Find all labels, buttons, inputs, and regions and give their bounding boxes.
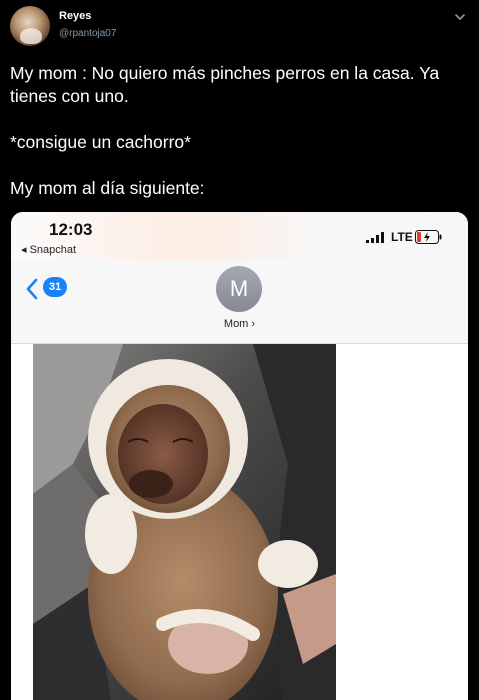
puppy-photo[interactable] (33, 344, 336, 700)
tweet-line: My mom : No quiero más pinches perros en… (10, 63, 440, 106)
contact-name[interactable]: Mom › (11, 318, 468, 330)
author-handle[interactable]: @rpantoja07 (59, 28, 116, 39)
unread-count-badge[interactable]: 31 (43, 277, 67, 297)
tweet-media[interactable]: 12:03 ◂ Snapchat LTE 31 M Mom › (11, 212, 468, 700)
phone-status-bar: 12:03 ◂ Snapchat LTE (11, 212, 468, 260)
contact-avatar[interactable]: M (216, 266, 262, 312)
tweet-line: My mom al día siguiente: (10, 178, 205, 198)
chevron-down-icon[interactable] (453, 10, 467, 24)
tweet-line: *consigue un cachorro* (10, 132, 191, 152)
author-display-name[interactable]: Reyes (59, 10, 91, 22)
status-time: 12:03 (49, 220, 93, 239)
network-label: LTE (391, 230, 413, 244)
tweet-header: Reyes @rpantoja07 (10, 6, 469, 46)
back-arrow-icon[interactable] (25, 278, 39, 300)
conversation-header: 31 M Mom › (11, 260, 468, 344)
signal-icon (366, 232, 384, 243)
author-avatar[interactable] (10, 6, 50, 46)
back-to-app-link: ◂ Snapchat (21, 244, 77, 256)
tweet-text: My mom : No quiero más pinches perros en… (10, 62, 470, 200)
battery-icon (415, 230, 442, 244)
